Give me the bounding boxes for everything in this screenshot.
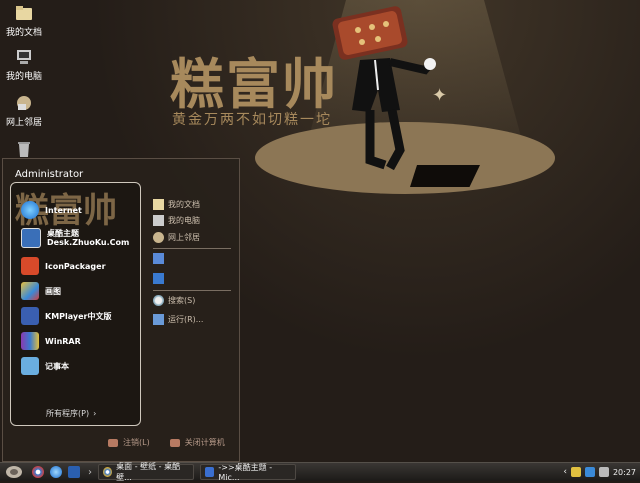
printers-icon bbox=[153, 272, 164, 284]
notepad-icon bbox=[21, 357, 39, 375]
shutdown-label: 关闭计算机 bbox=[184, 438, 225, 447]
place-label: 搜索(S) bbox=[168, 295, 196, 305]
folder-icon bbox=[16, 6, 32, 20]
quicklaunch-chrome-icon[interactable] bbox=[32, 466, 44, 478]
start-menu-footer: 注销(L) 关闭计算机 bbox=[108, 437, 225, 448]
logoff-icon bbox=[108, 438, 118, 447]
zhuoku-icon bbox=[21, 228, 41, 248]
place-label: 运行(R)... bbox=[168, 314, 204, 324]
search-icon bbox=[153, 294, 164, 306]
desktop-icon-network[interactable]: 网上邻居 bbox=[0, 94, 48, 128]
place-my-computer[interactable]: 我的电脑 bbox=[153, 212, 200, 228]
place-network[interactable]: 网上邻居 bbox=[153, 229, 200, 245]
internet-explorer-icon bbox=[21, 201, 39, 219]
word-icon bbox=[205, 467, 215, 477]
desktop-icon-label: 我的文档 bbox=[5, 28, 42, 38]
places-divider bbox=[153, 248, 231, 249]
shutdown-button[interactable]: 关闭计算机 bbox=[169, 437, 225, 448]
program-label: 桌酷主题 bbox=[47, 229, 79, 238]
program-winrar[interactable]: WinRAR bbox=[21, 330, 140, 352]
logoff-button[interactable]: 注销(L) bbox=[108, 437, 150, 448]
tray-network-icon[interactable] bbox=[584, 467, 595, 477]
all-programs-button[interactable]: 所有程序(P) › bbox=[46, 408, 96, 419]
wallpaper-headline: 糕富帅 bbox=[170, 52, 338, 116]
sparkle-icon: ✦ bbox=[432, 85, 448, 106]
start-logo-icon bbox=[6, 466, 22, 478]
place-label: 我的文档 bbox=[168, 199, 200, 209]
chrome-icon bbox=[103, 467, 113, 477]
program-notepad[interactable]: 记事本 bbox=[21, 355, 140, 377]
taskbar-item-word[interactable]: ->>桌酷主题 - Mic... bbox=[200, 463, 296, 482]
taskbar: › 桌面 - 壁纸 - 桌酷壁... ->>桌酷主题 - Mic... ‹ 20… bbox=[0, 462, 640, 482]
start-button[interactable] bbox=[2, 464, 26, 480]
all-programs-label: 所有程序(P) bbox=[46, 409, 90, 418]
system-tray: ‹ 20:27 bbox=[563, 463, 640, 481]
place-label: 我的电脑 bbox=[168, 215, 200, 225]
computer-icon bbox=[17, 50, 31, 64]
program-label: Internet bbox=[45, 205, 82, 215]
program-internet[interactable]: Internet bbox=[21, 199, 140, 221]
tray-ime-icon[interactable] bbox=[570, 467, 581, 477]
taskbar-item-browser[interactable]: 桌面 - 壁纸 - 桌酷壁... bbox=[98, 462, 194, 482]
control-panel-icon bbox=[153, 252, 164, 264]
places-divider bbox=[153, 290, 231, 291]
pinned-programs-panel: 糕富帅 Internet 桌酷主题 Desk.ZhuoKu.Com IconPa… bbox=[10, 182, 141, 426]
desktop-icon-label: 网上邻居 bbox=[5, 118, 42, 128]
desktop-icon-label: 我的电脑 bbox=[5, 72, 42, 82]
program-iconpackager[interactable]: IconPackager bbox=[21, 255, 140, 277]
network-icon bbox=[17, 96, 31, 110]
logoff-label: 注销(L) bbox=[123, 438, 150, 447]
program-kmplayer[interactable]: KMPlayer中文版 bbox=[21, 305, 140, 327]
run-icon bbox=[153, 313, 164, 325]
place-search[interactable]: 搜索(S) bbox=[153, 292, 195, 308]
winrar-icon bbox=[21, 332, 39, 350]
place-run[interactable]: 运行(R)... bbox=[153, 311, 203, 327]
program-label: 记事本 bbox=[45, 361, 69, 371]
desktop-icon-my-computer[interactable]: 我的电脑 bbox=[0, 48, 48, 82]
power-icon bbox=[169, 438, 180, 447]
start-menu: Administrator 糕富帅 Internet 桌酷主题 Desk.Zhu… bbox=[2, 158, 240, 462]
program-label: WinRAR bbox=[45, 336, 81, 346]
kmplayer-icon bbox=[21, 307, 39, 325]
desktop-icon-my-documents[interactable]: 我的文档 bbox=[0, 4, 48, 38]
place-label: 网上邻居 bbox=[168, 232, 200, 242]
iconpackager-icon bbox=[21, 257, 39, 275]
tray-volume-icon[interactable] bbox=[598, 467, 609, 477]
arrow-right-icon: › bbox=[93, 409, 97, 418]
program-label: IconPackager bbox=[45, 261, 106, 271]
quicklaunch-ie-icon[interactable] bbox=[50, 466, 62, 478]
program-paint[interactable]: 画图 bbox=[21, 280, 140, 302]
computer-icon bbox=[153, 214, 164, 226]
clock[interactable]: 20:27 bbox=[613, 468, 636, 477]
program-zhuoku-theme[interactable]: 桌酷主题 Desk.ZhuoKu.Com bbox=[21, 225, 140, 251]
wallpaper-subline: 黄金万两不如切糕一坨 bbox=[172, 112, 332, 128]
quicklaunch-desktop-icon[interactable] bbox=[68, 466, 80, 478]
network-icon bbox=[153, 231, 164, 243]
folder-icon bbox=[153, 198, 164, 210]
tray-expand-icon[interactable]: ‹ bbox=[563, 467, 567, 477]
place-my-documents[interactable]: 我的文档 bbox=[153, 196, 200, 212]
quicklaunch-expand-icon[interactable]: › bbox=[88, 467, 92, 478]
task-label: ->>桌酷主题 - Mic... bbox=[218, 463, 273, 482]
paint-icon bbox=[21, 282, 39, 300]
place-control-panel[interactable] bbox=[153, 250, 168, 266]
place-printers[interactable] bbox=[153, 270, 168, 286]
program-sublabel: Desk.ZhuoKu.Com bbox=[47, 238, 130, 247]
start-menu-username: Administrator bbox=[15, 169, 84, 180]
program-label: KMPlayer中文版 bbox=[45, 311, 112, 321]
recycle-bin-icon bbox=[18, 142, 30, 157]
program-label: 画图 bbox=[45, 286, 61, 296]
